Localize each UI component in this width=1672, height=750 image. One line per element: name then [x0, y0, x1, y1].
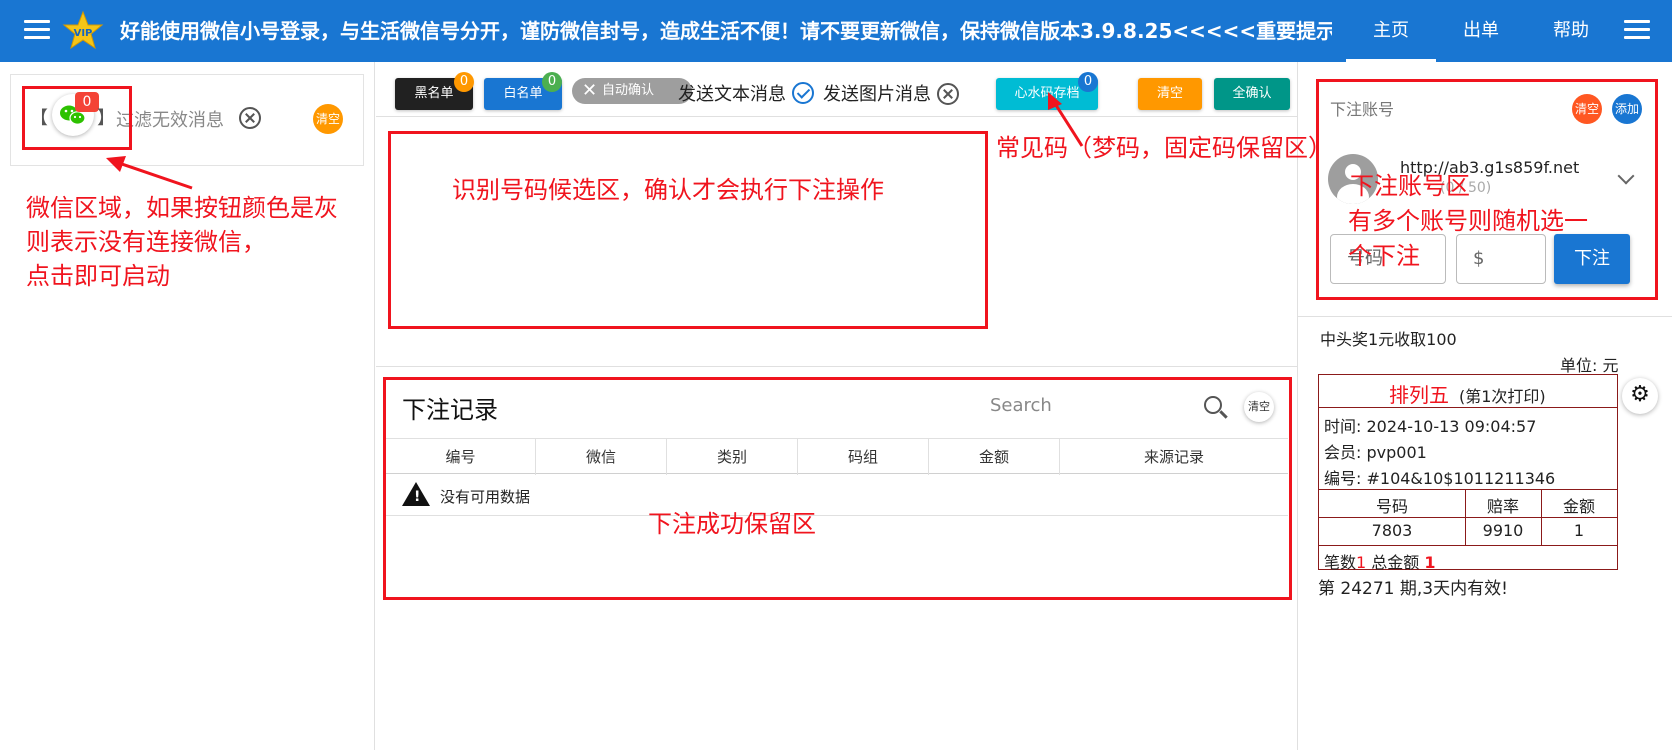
nav-orders[interactable]: 出单 — [1436, 0, 1526, 62]
receipt-total-value: 1 — [1424, 553, 1436, 572]
annotation-account-line2: 有多个账号则随机选一 — [1348, 207, 1588, 235]
receipt-count-label: 笔数 — [1324, 553, 1357, 572]
send-image-label: 发送图片消息 — [823, 84, 931, 105]
close-icon[interactable]: ✕ — [582, 78, 597, 104]
wechat-clear-button[interactable]: 清空 — [313, 104, 343, 134]
send-image-toggle-icon[interactable] — [937, 83, 959, 105]
receipt-number: 编号: #104&10$1011211346 — [1324, 469, 1556, 488]
receipt-title: 排列五 — [1389, 383, 1449, 407]
send-text-check-icon[interactable] — [792, 82, 814, 104]
right-menu-icon[interactable] — [1624, 18, 1650, 40]
receipt-col-amount: 金额 — [1562, 497, 1595, 516]
receipt-member: 会员: pvp001 — [1324, 443, 1427, 462]
left-column-divider — [374, 62, 375, 750]
send-text-label: 发送文本消息 — [678, 84, 786, 105]
nav-help[interactable]: 帮助 — [1526, 0, 1616, 62]
receipt-count-value: 1 — [1356, 553, 1367, 572]
receipt-cell-odds: 9910 — [1482, 521, 1524, 540]
app-logo: VIP — [62, 10, 104, 50]
filter-toggle-icon[interactable] — [239, 107, 261, 129]
settings-button[interactable]: ⚙ — [1622, 378, 1658, 414]
annotation-success: 下注成功保留区 — [648, 510, 816, 538]
receipt-cell-amount: 1 — [1573, 521, 1585, 540]
annotation-account-line1: 下注账号区 — [1350, 172, 1470, 200]
account-divider — [1298, 316, 1672, 317]
confirm-all-button[interactable]: 全确认 — [1214, 78, 1290, 110]
annotation-candidates: 识别号码候选区，确认才会执行下注操作 — [452, 176, 884, 204]
whitelist-count-badge: 0 — [542, 72, 562, 92]
toolbar-divider — [376, 116, 1297, 117]
receipt-col-number: 号码 — [1375, 497, 1408, 516]
info-line: 中头奖1元收取100 — [1320, 330, 1457, 349]
receipt-col-odds: 赔率 — [1486, 497, 1519, 516]
annotation-box-candidates — [388, 131, 988, 329]
receipt-total-label: 总金额 — [1366, 553, 1425, 572]
filter-invalid-label: 过滤无效消息 — [116, 110, 224, 131]
annotation-box-wechat — [22, 86, 132, 150]
hamburger-menu-icon[interactable] — [24, 18, 50, 40]
annotation-wechat-line1: 微信区域，如果按钮颜色是灰 — [26, 194, 338, 222]
receipt-summary: 笔数1 总金额 1 — [1324, 549, 1436, 573]
gear-icon: ⚙ — [1630, 382, 1650, 407]
annotation-account-line3: 个下注 — [1348, 242, 1420, 270]
annotation-box-records — [383, 377, 1292, 600]
toolbar-clear-button[interactable]: 清空 — [1138, 78, 1202, 110]
auto-confirm-chip[interactable]: ✕ 自动确认 — [572, 78, 692, 104]
receipt-cell-number: 7803 — [1371, 521, 1413, 540]
blacklist-count-badge: 0 — [454, 72, 474, 92]
notice-marquee: 好能使用微信小号登录，与生活微信号分开，谨防微信封号，造成生活不便！请不要更新微… — [120, 19, 1332, 43]
receipt-footer: 第 24271 期,3天内有效! — [1318, 579, 1508, 599]
logo-text: VIP — [74, 28, 93, 39]
nav-home[interactable]: 主页 — [1346, 0, 1436, 62]
right-column-divider — [1297, 62, 1298, 750]
unit-label: 单位: 元 — [1560, 356, 1619, 375]
annotation-wechat-line2: 则表示没有连接微信， — [26, 228, 266, 256]
annotation-common-codes: 常见码（梦码，固定码保留区） — [996, 134, 1332, 162]
candidate-divider — [376, 366, 1297, 367]
receipt-time: 时间: 2024-10-13 09:04:57 — [1324, 417, 1537, 436]
auto-confirm-label: 自动确认 — [602, 83, 655, 98]
common-codes-count-badge: 0 — [1078, 72, 1098, 92]
print-receipt: 排列五 (第1次打印) 时间: 2024-10-13 09:04:57 会员: … — [1318, 374, 1618, 573]
top-app-bar: VIP 好能使用微信小号登录，与生活微信号分开，谨防微信封号，造成生活不便！请不… — [0, 0, 1672, 62]
annotation-wechat-line3: 点击即可启动 — [26, 262, 170, 290]
receipt-title-suffix: (第1次打印) — [1459, 387, 1546, 406]
